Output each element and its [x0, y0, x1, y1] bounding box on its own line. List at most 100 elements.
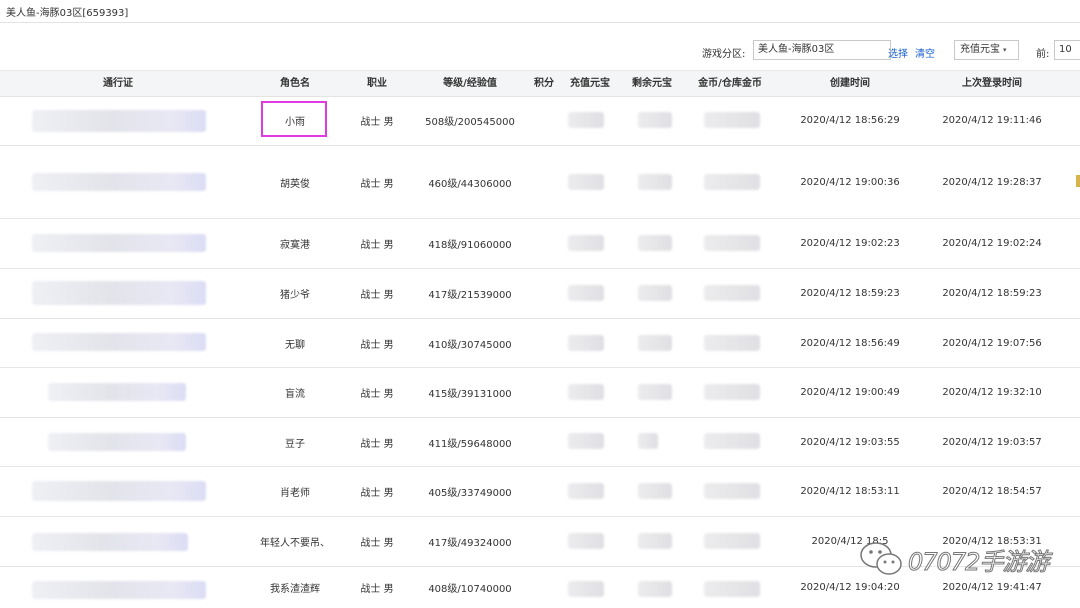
redacted-pass	[48, 433, 186, 451]
role-job: 战士 男	[360, 389, 394, 400]
redacted-gold	[704, 335, 760, 351]
redacted-remain	[638, 433, 658, 449]
watermark-text: 07072手游游	[907, 547, 1049, 576]
sort-select[interactable]: 充值元宝 ▾	[954, 40, 1019, 60]
redacted-remain	[638, 285, 672, 301]
table-row[interactable]: 肖老师 战士 男 405级/33749000 2020/4/12 18:53:1…	[0, 467, 1080, 517]
role-job: 战士 男	[360, 178, 394, 190]
role-last-login: 2020/4/12 19:07:56	[942, 337, 1042, 349]
role-name: 无聊	[285, 339, 305, 351]
redacted-gold	[704, 384, 760, 400]
redacted-remain	[638, 581, 672, 597]
count-input[interactable]: 10	[1054, 40, 1080, 60]
redacted-recharge	[568, 235, 604, 251]
table-row[interactable]: 无聊 战士 男 410级/30745000 2020/4/12 18:56:49…	[0, 319, 1080, 368]
window-titlebar: 美人鱼-海豚03区[659393]	[0, 0, 1080, 23]
table-row[interactable]: 豆子 战士 男 411级/59648000 2020/4/12 19:03:55…	[0, 418, 1080, 467]
role-name: 肖老师	[280, 488, 310, 499]
redacted-recharge	[568, 581, 604, 597]
redacted-pass	[32, 234, 206, 252]
clear-link[interactable]: 清空	[915, 45, 935, 60]
role-level: 418级/91060000	[428, 240, 512, 251]
role-name: 猪少爷	[280, 290, 310, 301]
role-job: 战士 男	[360, 438, 394, 450]
table-row[interactable]: 胡英俊 战士 男 460级/44306000 2020/4/12 19:00:3…	[0, 146, 1080, 219]
role-job: 战士 男	[360, 240, 394, 251]
redacted-recharge	[568, 285, 604, 301]
role-level: 411级/59648000	[428, 438, 512, 450]
role-last-login: 2020/4/12 19:32:10	[942, 387, 1042, 398]
redacted-recharge	[568, 335, 604, 351]
redacted-remain	[638, 384, 672, 400]
filter-bar: 游戏分区: 美人鱼-海豚03区 选择 清空 充值元宝 ▾ 前: 10	[0, 38, 1080, 64]
header-created[interactable]: 创建时间	[800, 71, 900, 96]
role-level: 460级/44306000	[428, 178, 512, 190]
role-job: 战士 男	[360, 117, 394, 128]
scroll-edge-marker[interactable]	[1076, 175, 1080, 187]
role-level: 410级/30745000	[428, 339, 512, 351]
table-row[interactable]: 小雨 战士 男 508级/200545000 2020/4/12 18:56:2…	[0, 96, 1080, 146]
redacted-pass	[48, 383, 186, 401]
role-created: 2020/4/12 18:56:49	[800, 337, 900, 349]
role-last-login: 2020/4/12 19:02:24	[942, 238, 1042, 249]
window-title: 美人鱼-海豚03区[659393]	[6, 8, 129, 19]
header-points[interactable]: 积分	[530, 71, 558, 96]
header-level[interactable]: 等级/经验值	[418, 71, 522, 96]
role-created: 2020/4/12 18:53:11	[800, 486, 900, 497]
redacted-recharge	[568, 483, 604, 499]
redacted-pass	[32, 110, 206, 132]
redacted-remain	[638, 533, 672, 549]
redacted-gold	[704, 483, 760, 499]
redacted-gold	[704, 112, 760, 128]
role-level: 408级/10740000	[428, 584, 512, 595]
role-last-login: 2020/4/12 19:03:57	[942, 436, 1042, 448]
redacted-pass	[32, 481, 206, 501]
role-name: 胡英俊	[280, 178, 310, 190]
header-name[interactable]: 角色名	[262, 71, 328, 96]
role-last-login: 2020/4/12 19:11:46	[942, 115, 1042, 126]
role-level: 417级/49324000	[428, 538, 512, 549]
header-remain[interactable]: 剩余元宝	[626, 71, 678, 96]
role-created: 2020/4/12 19:00:49	[800, 387, 900, 398]
role-name: 年轻人不要吊、	[260, 538, 330, 549]
header-last-login[interactable]: 上次登录时间	[940, 71, 1044, 96]
select-link[interactable]: 选择	[888, 45, 908, 60]
redacted-gold	[704, 533, 760, 549]
table-header: 通行证 角色名 职业 等级/经验值 积分 充值元宝 剩余元宝 金币/仓库金币 创…	[0, 70, 1080, 97]
redacted-recharge	[568, 384, 604, 400]
header-job[interactable]: 职业	[356, 71, 398, 96]
role-name: 寂寞港	[280, 240, 310, 251]
zone-input[interactable]: 美人鱼-海豚03区	[753, 40, 891, 60]
role-job: 战士 男	[360, 584, 394, 595]
highlight-box	[261, 101, 327, 137]
role-level: 417级/21539000	[428, 290, 512, 301]
header-gold[interactable]: 金币/仓库金币	[690, 71, 770, 96]
role-level: 508级/200545000	[425, 117, 515, 128]
role-name: 豆子	[285, 438, 305, 450]
header-pass[interactable]: 通行证	[30, 71, 206, 96]
role-name: 盲流	[285, 389, 305, 400]
redacted-pass	[32, 533, 188, 551]
redacted-gold	[704, 433, 760, 449]
redacted-recharge	[568, 433, 604, 449]
redacted-pass	[32, 281, 206, 305]
header-recharge[interactable]: 充值元宝	[564, 71, 616, 96]
table-row[interactable]: 猪少爷 战士 男 417级/21539000 2020/4/12 18:59:2…	[0, 269, 1080, 319]
redacted-remain	[638, 335, 672, 351]
redacted-pass	[32, 581, 206, 599]
table-row[interactable]: 盲流 战士 男 415级/39131000 2020/4/12 19:00:49…	[0, 368, 1080, 418]
role-name: 我系渣渣辉	[270, 584, 320, 595]
role-created: 2020/4/12 19:03:55	[800, 436, 900, 448]
redacted-recharge	[568, 174, 604, 190]
watermark: 07072手游游	[858, 537, 1070, 581]
chevron-down-icon: ▾	[1003, 46, 1007, 54]
role-last-login: 2020/4/12 18:54:57	[942, 486, 1042, 497]
role-created: 2020/4/12 18:56:29	[800, 115, 900, 126]
redacted-recharge	[568, 112, 604, 128]
role-created: 2020/4/12 19:02:23	[800, 238, 900, 249]
redacted-pass	[32, 173, 206, 191]
sort-select-value: 充值元宝	[960, 44, 1000, 55]
prev-label: 前:	[1036, 49, 1050, 60]
table-row[interactable]: 寂寞港 战士 男 418级/91060000 2020/4/12 19:02:2…	[0, 219, 1080, 269]
redacted-gold	[704, 581, 760, 597]
